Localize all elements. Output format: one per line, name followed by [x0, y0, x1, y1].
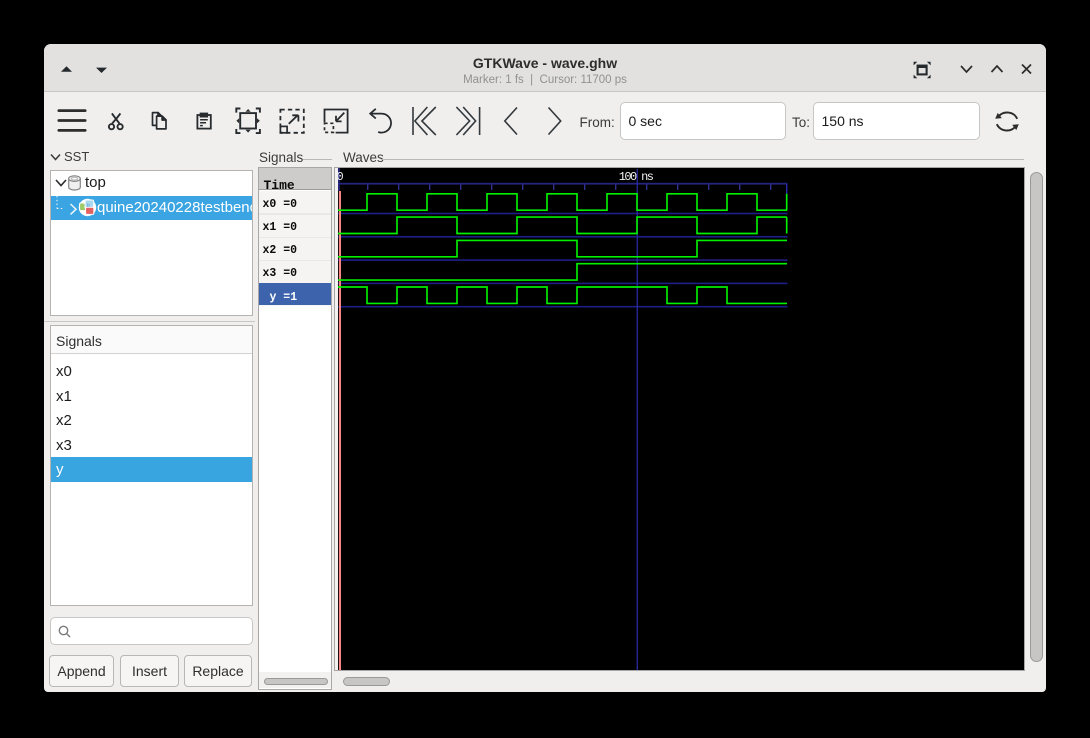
svg-text:b: b [87, 203, 90, 209]
svg-text:100 ns: 100 ns [619, 170, 654, 184]
